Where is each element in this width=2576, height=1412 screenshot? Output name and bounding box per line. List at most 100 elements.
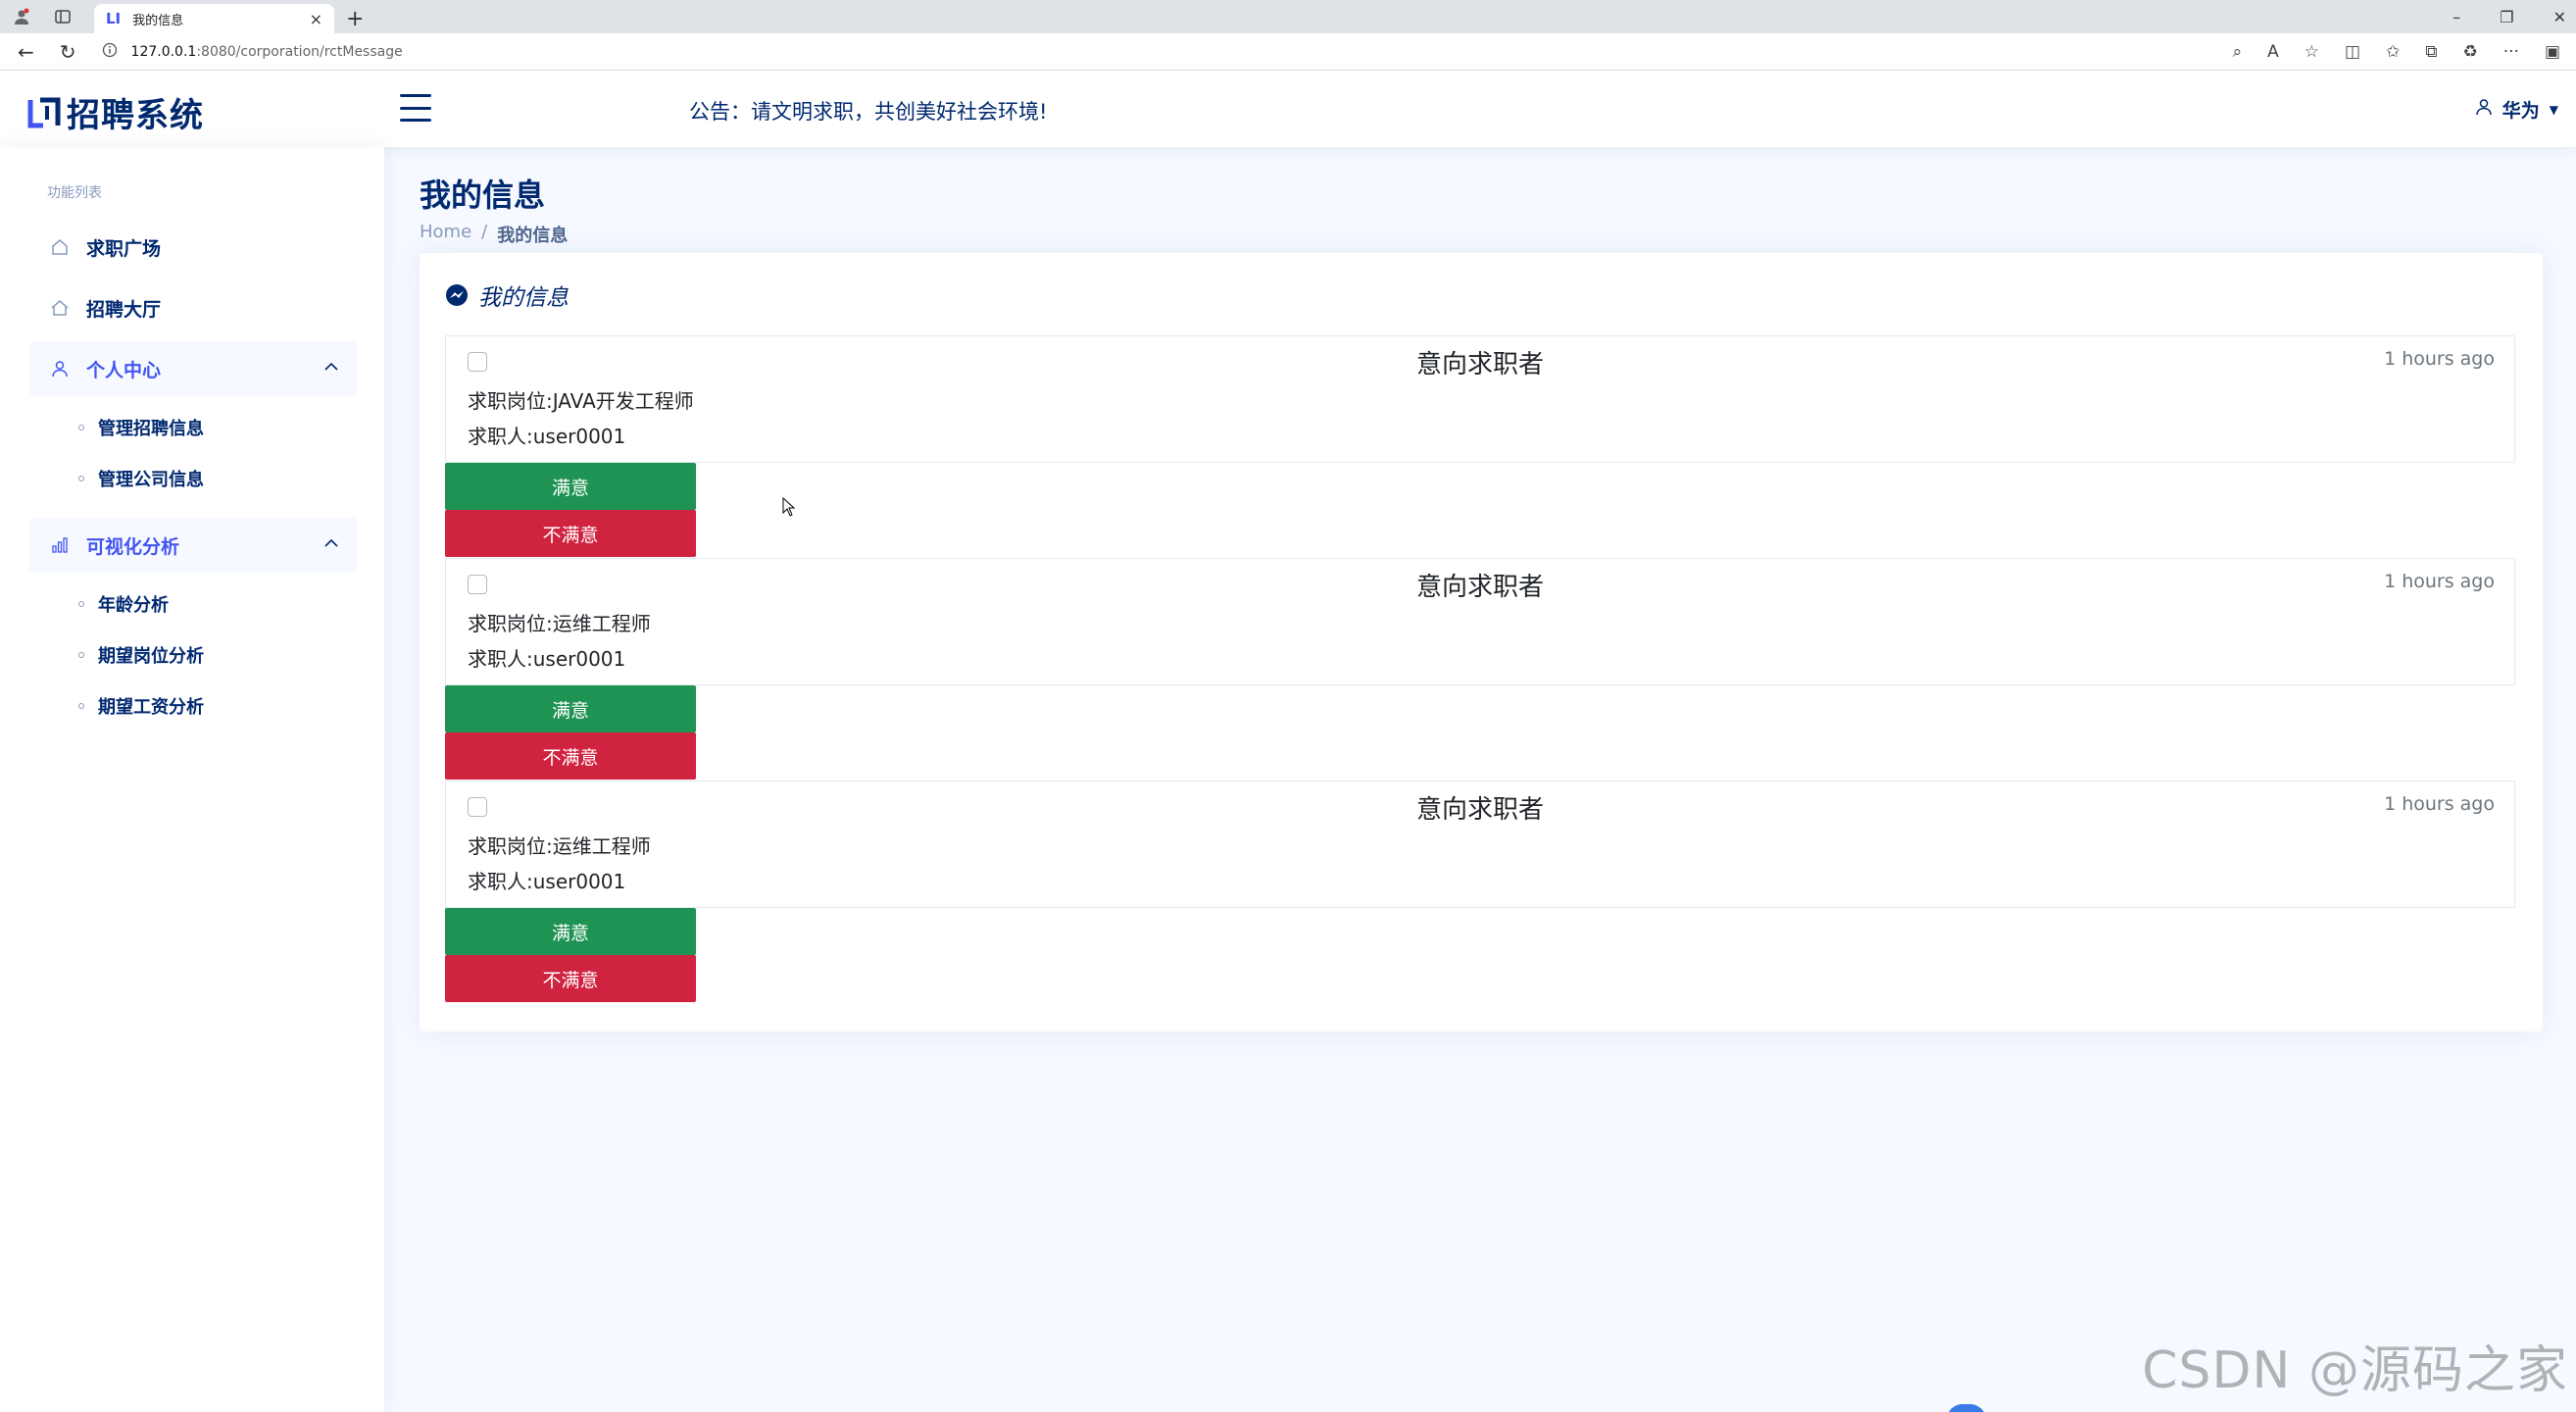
url-path: :8080/corporation/rctMessage	[196, 43, 403, 60]
sidebar-item-personal-center[interactable]: 个人中心	[29, 341, 357, 396]
message-item: 意向求职者 1 hours ago 求职岗位:运维工程师 求职人:user000…	[445, 781, 2515, 908]
tab-favicon-icon: LI	[106, 10, 122, 27]
browser-tabbar: LI 我的信息 × + – ❐ ✕	[0, 0, 2576, 33]
browser-addressbar: ← ↻ 127.0.0.1:8080/corporation/rctMessag…	[0, 33, 2576, 71]
browser-tab-active[interactable]: LI 我的信息 ×	[94, 4, 334, 33]
window-close-icon[interactable]: ✕	[2553, 8, 2566, 26]
card-title: 我的信息	[445, 278, 569, 312]
home-icon	[49, 236, 71, 258]
more-icon[interactable]: ···	[2503, 42, 2519, 62]
new-tab-button[interactable]: +	[346, 4, 364, 33]
sidebar-subitem-label: 期望工资分析	[98, 697, 204, 718]
user-menu-button[interactable]: 华为 ▼	[2475, 96, 2558, 123]
message-position: 求职岗位:运维工程师	[468, 612, 651, 635]
url-field[interactable]: 127.0.0.1:8080/corporation/rctMessage	[102, 42, 403, 62]
sidebar-item-label: 个人中心	[86, 359, 162, 381]
circle-icon	[78, 601, 84, 607]
sidebar-item-label: 招聘大厅	[86, 298, 162, 321]
messages-card: 我的信息 意向求职者 1 hours ago 求职岗位:JAVA开发工程师 求职…	[420, 253, 2543, 1032]
message-time: 1 hours ago	[2384, 571, 2495, 592]
sidebar-subitem-label: 管理公司信息	[98, 470, 204, 490]
sidebar-item-label: 可视化分析	[86, 535, 180, 558]
breadcrumb: Home / 我的信息	[420, 222, 2547, 247]
sidebar-toggle-icon[interactable]: ▣	[2545, 42, 2560, 62]
circle-icon	[78, 652, 84, 658]
sidebar-heading: 功能列表	[47, 185, 102, 201]
logo[interactable]: 招聘系统	[27, 88, 204, 136]
read-aloud-icon[interactable]: A	[2267, 42, 2279, 62]
restore-icon[interactable]: ❐	[2500, 8, 2513, 26]
favorites-icon[interactable]: ✩	[2386, 42, 2400, 62]
sidebar-item-visual-analysis[interactable]: 可视化分析	[29, 518, 357, 573]
message-applicant: 求职人:user0001	[468, 870, 626, 893]
split-screen-icon[interactable]: ◫	[2345, 42, 2360, 62]
app-header: 招聘系统 公告：请文明求职，共创美好社会环境! 华为 ▼	[0, 71, 2576, 147]
collections-icon[interactable]: ⧉	[2425, 42, 2437, 62]
circle-icon	[78, 703, 84, 709]
sidebar-subitem-label: 期望岗位分析	[98, 646, 204, 667]
zoom-icon[interactable]: ⌕	[2233, 42, 2243, 62]
logo-icon	[27, 96, 61, 129]
minimize-icon[interactable]: –	[2452, 8, 2460, 26]
sidebar-subitem-age-analysis[interactable]: 年龄分析	[29, 579, 357, 630]
sidebar-subitem-position-analysis[interactable]: 期望岗位分析	[29, 630, 357, 681]
breadcrumb-current: 我的信息	[497, 226, 569, 246]
sidebar-sublist-personal: 管理招聘信息 管理公司信息	[29, 402, 357, 504]
breadcrumb-home[interactable]: Home	[420, 222, 471, 247]
browser-toolbar: ⌕ A ☆ ◫ ✩ ⧉ ♻ ··· ▣	[2233, 33, 2560, 71]
refresh-icon[interactable]: ↻	[60, 40, 76, 64]
sidebar-item-recruit-hall[interactable]: 招聘大厅	[29, 280, 357, 335]
sidebar-toggle-button[interactable]	[400, 94, 431, 122]
tab-actions-icon[interactable]	[53, 7, 73, 26]
person-icon	[49, 358, 71, 379]
message-item: 意向求职者 1 hours ago 求职岗位:运维工程师 求职人:user000…	[445, 558, 2515, 685]
notice-text: 公告：请文明求职，共创美好社会环境!	[689, 100, 1048, 124]
logo-text: 招聘系统	[67, 96, 204, 135]
message-heading: 意向求职者	[1415, 795, 1544, 825]
sidebar-sublist-visual: 年龄分析 期望岗位分析 期望工资分析	[29, 579, 357, 731]
tab-close-icon[interactable]: ×	[310, 10, 322, 28]
page-title: 我的信息	[420, 176, 546, 214]
satisfied-button[interactable]: 满意	[445, 685, 696, 732]
circle-icon	[78, 476, 84, 481]
message-applicant: 求职人:user0001	[468, 647, 626, 671]
watermark: CSDN @源码之家	[2142, 1341, 2568, 1400]
floating-widget[interactable]	[1947, 1404, 1986, 1412]
circle-icon	[78, 425, 84, 430]
message-applicant: 求职人:user0001	[468, 425, 626, 448]
messenger-icon	[446, 284, 468, 306]
message-position: 求职岗位:JAVA开发工程师	[468, 389, 694, 413]
message-time: 1 hours ago	[2384, 348, 2495, 370]
message-heading: 意向求职者	[1415, 350, 1544, 379]
profile-icon[interactable]	[12, 7, 31, 26]
satisfied-button[interactable]: 满意	[445, 463, 696, 510]
message-heading: 意向求职者	[1415, 573, 1544, 602]
house-icon	[49, 297, 71, 319]
unsatisfied-button[interactable]: 不满意	[445, 510, 696, 557]
favorite-star-icon[interactable]: ☆	[2304, 42, 2319, 62]
sidebar-subitem-salary-analysis[interactable]: 期望工资分析	[29, 681, 357, 731]
sidebar: 功能列表 求职广场 招聘大厅 个人中心 管理招聘信息 管理公司信息 可视化分析 …	[0, 147, 384, 1412]
bar-chart-icon	[49, 534, 71, 556]
chevron-up-icon[interactable]	[323, 535, 339, 551]
unsatisfied-button[interactable]: 不满意	[445, 955, 696, 1002]
back-icon[interactable]: ←	[18, 40, 34, 64]
sidebar-subitem-label: 管理招聘信息	[98, 419, 204, 439]
site-info-icon[interactable]	[102, 42, 118, 62]
sidebar-subitem-manage-recruit[interactable]: 管理招聘信息	[29, 402, 357, 453]
tab-title: 我的信息	[132, 13, 184, 28]
sidebar-subitem-label: 年龄分析	[98, 595, 169, 616]
sidebar-item-label: 求职广场	[86, 237, 162, 260]
user-name: 华为	[2502, 100, 2540, 122]
window-controls: – ❐ ✕	[2452, 0, 2566, 33]
mouse-cursor-icon	[782, 497, 796, 517]
url-host: 127.0.0.1	[130, 43, 197, 60]
chevron-up-icon[interactable]	[323, 359, 339, 375]
unsatisfied-button[interactable]: 不满意	[445, 732, 696, 780]
caret-down-icon: ▼	[2549, 102, 2558, 117]
sidebar-item-job-square[interactable]: 求职广场	[29, 220, 357, 275]
extension-icon[interactable]: ♻	[2462, 42, 2477, 62]
person-icon	[2475, 98, 2493, 121]
sidebar-subitem-manage-company[interactable]: 管理公司信息	[29, 453, 357, 504]
satisfied-button[interactable]: 满意	[445, 908, 696, 955]
